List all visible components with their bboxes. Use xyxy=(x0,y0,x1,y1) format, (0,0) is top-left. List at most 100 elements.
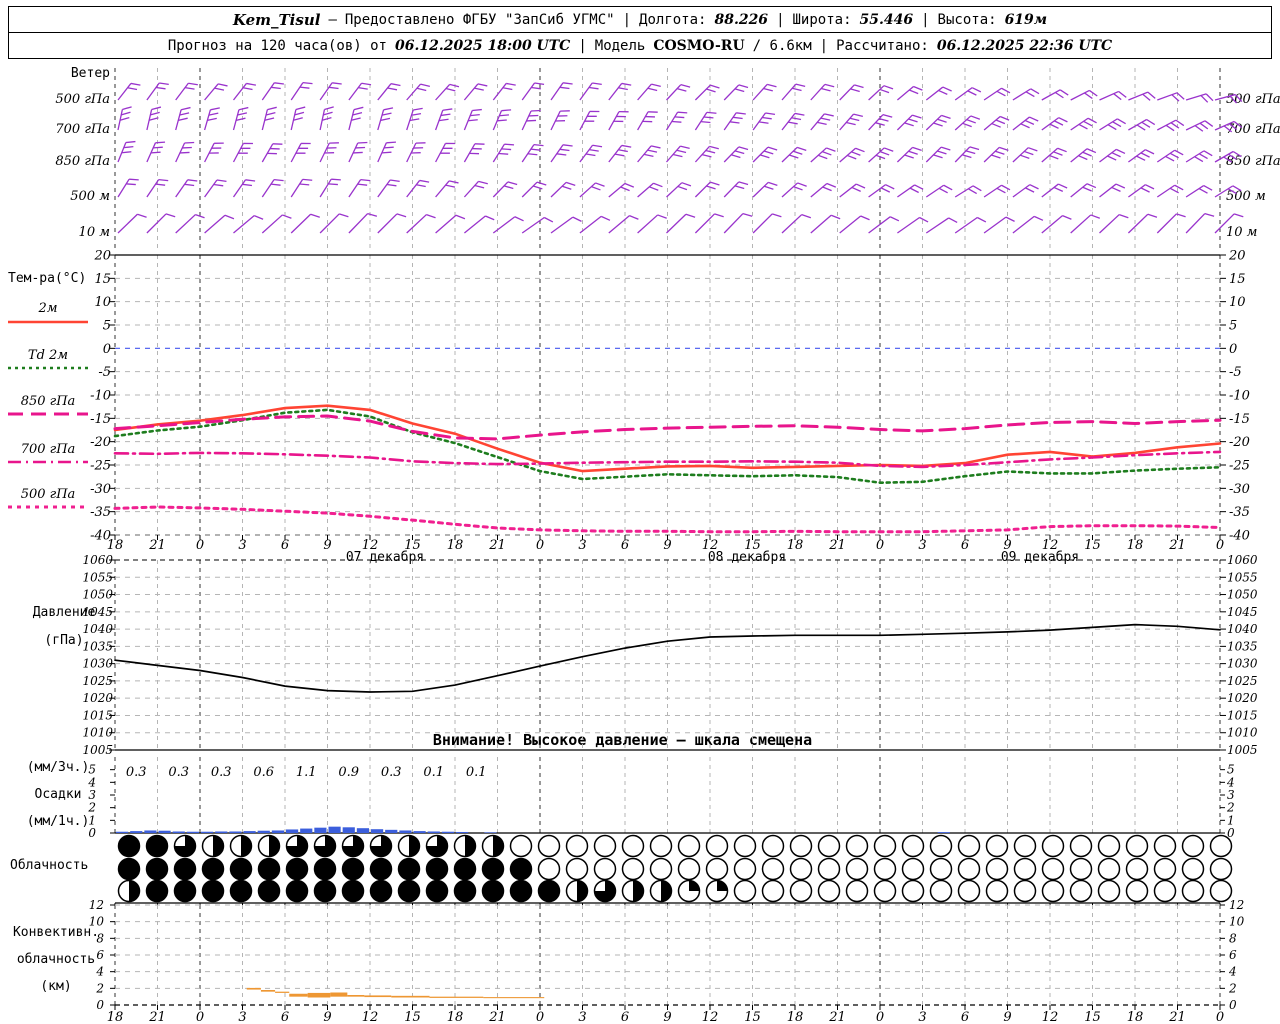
wind-barb-feather xyxy=(533,143,544,147)
wind-barb xyxy=(1070,89,1098,101)
wind-barb-staff xyxy=(117,83,132,101)
precip-amount-label: 0.3 xyxy=(168,765,189,780)
wind-barb xyxy=(839,113,863,131)
wind-barb-staff xyxy=(1070,183,1088,198)
wind-barb xyxy=(261,106,277,131)
wind-barb-staff xyxy=(319,178,332,198)
wind-barb-feather xyxy=(883,147,894,152)
wind-barb xyxy=(175,106,191,131)
wind-barb-feather xyxy=(1204,212,1215,217)
wind-barb-staff xyxy=(839,183,857,198)
wind-barb-feather xyxy=(390,179,400,183)
wind-barb-staff xyxy=(666,182,683,198)
wind-barb-staff xyxy=(204,214,226,234)
wind-barb-feather xyxy=(1147,213,1158,218)
wind-barb xyxy=(175,213,205,234)
wind-barb xyxy=(1041,183,1068,198)
cloud-cover-symbol xyxy=(817,834,841,858)
cloud-cover-symbol xyxy=(1209,834,1233,858)
cloud-cover-fill xyxy=(258,880,280,902)
wind-barb xyxy=(1012,116,1039,131)
x-tick-label: 21 xyxy=(148,538,166,553)
wind-barb xyxy=(925,114,951,131)
wind-barb xyxy=(694,111,717,131)
cloud-cover-symbol xyxy=(761,834,785,858)
cloud-cover-symbol xyxy=(1125,857,1149,881)
wind-barb-staff xyxy=(752,83,768,101)
cloud-cover-symbol xyxy=(733,879,757,903)
wind-barb xyxy=(781,182,807,198)
convective-cloud-bar xyxy=(307,992,331,998)
wind-barb-staff xyxy=(406,214,427,234)
wind-barb-feather xyxy=(217,83,228,87)
wind-barb-feather xyxy=(129,178,139,181)
wind-barb-staff xyxy=(521,181,538,198)
wind-barb-feather xyxy=(238,106,249,111)
cloud-cover-symbol xyxy=(649,834,673,858)
wind-barb xyxy=(752,213,782,234)
wind-barb-staff xyxy=(810,83,826,101)
wind-barb-feather xyxy=(970,115,981,120)
wind-barb-feather xyxy=(390,83,401,87)
wind-barb-staff xyxy=(983,87,1002,101)
wind-barb xyxy=(146,141,166,163)
wind-barb-staff xyxy=(146,82,160,101)
wind-barb-feather xyxy=(448,180,459,184)
cloud-cover-fill xyxy=(717,880,728,891)
wind-barb xyxy=(1128,184,1155,198)
x-tick-label-bottom: 6 xyxy=(281,1010,289,1024)
cloud-cover-fill xyxy=(426,858,448,880)
precip-bar xyxy=(144,830,157,833)
wind-barb-staff xyxy=(521,82,536,101)
wind-barb xyxy=(492,82,516,101)
temp-ytick-right: 20 xyxy=(1228,249,1246,264)
wind-barb xyxy=(868,184,895,198)
wind-barb-staff xyxy=(463,180,479,198)
precip-bar xyxy=(300,828,313,833)
convective-cloud-bar xyxy=(246,987,261,990)
wind-barb xyxy=(232,179,256,198)
cloud-cover-fill xyxy=(230,880,252,902)
wind-barb-feather xyxy=(301,142,311,145)
temp-ytick-left: -25 xyxy=(90,459,111,474)
cloud-cover-fill xyxy=(286,858,308,880)
precip-bar xyxy=(271,830,284,833)
wind-barb xyxy=(117,106,132,131)
wind-barb-feather xyxy=(772,213,782,218)
wind-barb-staff xyxy=(897,216,920,234)
wind-barb-feather xyxy=(246,82,257,86)
wind-barb-staff xyxy=(463,215,486,234)
x-tick-label: 6 xyxy=(961,538,969,553)
wind-barb-feather xyxy=(449,83,460,88)
pressure-ytick-left: 1030 xyxy=(82,657,113,671)
wind-barb xyxy=(1041,147,1067,163)
wind-barb xyxy=(925,146,951,163)
wind-barb xyxy=(521,181,547,198)
cloud-cover-symbol xyxy=(1125,879,1149,903)
wind-barb-staff xyxy=(666,213,687,234)
x-tick-label-bottom: 9 xyxy=(1003,1010,1011,1024)
wind-barb-feather xyxy=(855,147,865,153)
wind-barb xyxy=(637,83,661,101)
wind-barb-feather xyxy=(331,178,341,181)
wind-barb-feather xyxy=(216,179,227,183)
wind-barb-feather xyxy=(912,146,922,152)
x-tick-label: 6 xyxy=(621,538,629,553)
wind-barb-feather xyxy=(650,145,661,149)
wind-barb-feather xyxy=(738,146,749,151)
wind-barb-feather xyxy=(442,108,453,111)
conv-ytick-right: 0 xyxy=(1229,998,1237,1012)
wind-barb-staff xyxy=(868,216,891,234)
wind-barb xyxy=(1041,117,1068,131)
wind-barb-feather xyxy=(415,142,426,144)
wind-barb xyxy=(290,142,311,163)
wind-barb-feather xyxy=(560,110,570,112)
wind-barb xyxy=(608,110,629,131)
wind-barb-feather xyxy=(151,106,162,111)
wind-barb xyxy=(406,83,430,101)
wind-barb-feather xyxy=(1176,92,1185,100)
conv-ytick-left: 0 xyxy=(96,998,104,1012)
cloud-cover-symbol xyxy=(845,857,869,881)
date-label: 08 декабря xyxy=(708,550,786,565)
wind-barb-feather xyxy=(1234,94,1243,103)
